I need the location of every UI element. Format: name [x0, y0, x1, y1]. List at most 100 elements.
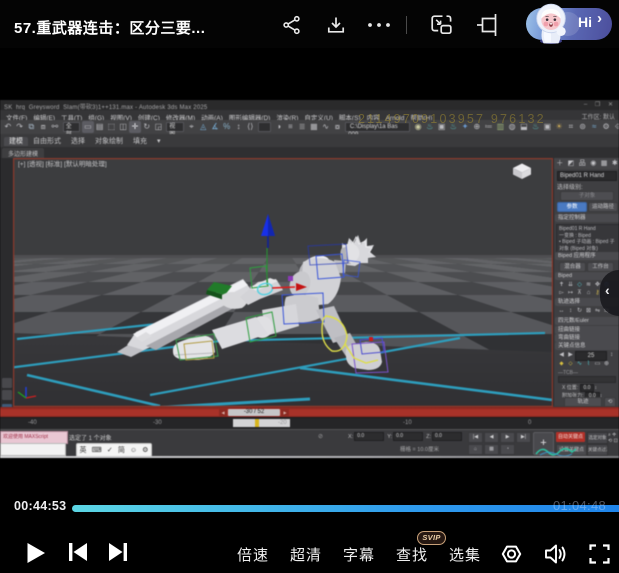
mixer-mode-icon[interactable]: ≋ [584, 281, 593, 289]
workbench-button[interactable]: 工作台 [587, 262, 614, 272]
max-viewport[interactable]: [+] [透视] [标准] [默认明暗处理] [13, 158, 553, 407]
motion-paths-button[interactable]: 运动路径 [588, 202, 618, 212]
progress-bar[interactable] [72, 505, 619, 512]
trajectories-button[interactable]: 轨迹 [564, 397, 602, 406]
rubber-band-icon[interactable]: ↦ [566, 289, 575, 297]
key-control-icon[interactable]: ▦ [484, 444, 499, 455]
rollout-biped-apps[interactable]: Biped 应用程序 [555, 252, 619, 260]
ime-icon[interactable]: ✓ [107, 446, 113, 454]
viewport-nav-icons[interactable]: ⌕ ✥⟲ ⊡ [608, 432, 619, 444]
object-name-field[interactable]: Biped01 R Hand [557, 171, 617, 181]
playback-icon[interactable]: |◀ [468, 432, 483, 443]
maxscript-listener[interactable] [0, 443, 66, 456]
search-button[interactable]: 查找 [396, 544, 428, 565]
ime-language-bar[interactable]: 英 ⌨ ✓ 简 ☺ ⚙ [76, 443, 152, 457]
share-icon[interactable] [282, 15, 302, 35]
key-filters-button[interactable]: 关键点过滤器.. [587, 444, 608, 456]
scale-stride-icon[interactable]: ⊼ [575, 289, 584, 297]
assistant-mascot-avatar[interactable] [527, 1, 575, 47]
footstep-mode-icon[interactable]: ⇊ [566, 281, 575, 289]
playback-icon[interactable]: ◀ [484, 432, 499, 443]
reference-coordsys-field[interactable]: 视图 [166, 122, 183, 132]
time-slider-handle[interactable]: -30 / 52 [228, 409, 280, 416]
select-object-icon[interactable]: ▭ [82, 121, 94, 133]
frame-forward-button[interactable]: ▶ [281, 409, 289, 416]
in-place-icon[interactable]: ⌂ [584, 289, 593, 297]
free-key-icon[interactable]: ▭ [593, 360, 602, 368]
tcb-icon[interactable]: ∿ [575, 360, 584, 368]
collapse-button[interactable]: ⟲ [604, 397, 616, 406]
motion-flow-icon[interactable]: ◇ [575, 281, 584, 289]
rollout-twist-links[interactable]: 扭曲链接 [555, 326, 619, 334]
ik-icon[interactable]: ⌇ [584, 360, 593, 368]
ribbon-collapse-icon[interactable]: ▾ [152, 137, 166, 146]
playback-icon[interactable]: ▶| [516, 432, 531, 443]
sub-object-button[interactable]: 子对象 [560, 191, 614, 201]
ribbon-tab[interactable]: 自由形式 [28, 137, 66, 146]
rollout-bend-links[interactable]: 弯曲链接 [555, 334, 619, 342]
quality-button[interactable]: 超清 [290, 544, 322, 565]
record-ring-icon[interactable] [501, 544, 522, 569]
ime-icon[interactable]: ⚙ [142, 446, 148, 454]
pip-icon[interactable] [430, 14, 454, 34]
spinner-x-position[interactable]: X 位置: 0.0↕ [562, 384, 597, 391]
ime-icon[interactable]: 英 [80, 445, 87, 455]
parameters-button[interactable]: 参数 [557, 202, 587, 212]
keyframe-marker[interactable] [255, 419, 259, 427]
body-rotation-icon[interactable]: ↻ [575, 307, 584, 315]
command-panel-tab[interactable]: ◩ [568, 159, 575, 169]
ime-icon[interactable]: ⌨ [92, 446, 102, 454]
coord-x-field[interactable]: 0.0 [354, 432, 384, 441]
video-frame[interactable]: SK_hrq_Greysword_Slam(带砍3)1++131.max - A… [0, 100, 619, 458]
playback-speed-button[interactable]: 倍速 [237, 544, 269, 565]
episodes-button[interactable]: 选集 [449, 544, 481, 565]
buffer-icon[interactable]: ▻ [557, 289, 566, 297]
max-time-slider[interactable]: ◀ -30 / 52 ▶ [0, 407, 619, 417]
key-control-icon[interactable]: ⌂ [468, 444, 483, 455]
selection-set-dropdown[interactable]: 选定对象 [587, 432, 608, 444]
rollout-quaternion[interactable]: 四元数/Euler [555, 317, 619, 325]
subtitle-button[interactable]: 字幕 [343, 544, 375, 565]
frame-back-button[interactable]: ◀ [219, 409, 227, 416]
ribbon-tab[interactable]: 对象绘制 [90, 137, 128, 146]
figure-mode-icon[interactable]: ✝ [557, 281, 566, 289]
auto-key-button[interactable]: 自动关键点 [556, 432, 585, 442]
rollout-key-info[interactable]: 关键点信息 [555, 342, 619, 350]
selection-filter-field[interactable]: 全部 [63, 122, 80, 132]
fullscreen-icon[interactable] [589, 544, 610, 569]
play-button[interactable] [26, 542, 46, 569]
rollout-assign-controller[interactable]: 指定控制器 [555, 214, 619, 222]
set-key-icon[interactable]: ⬥ [557, 360, 566, 368]
download-icon[interactable] [326, 15, 346, 35]
body-vertical-icon[interactable]: ↕ [566, 307, 575, 315]
command-panel-tab[interactable]: ▦ [601, 159, 608, 169]
delete-key-icon[interactable]: ⬦ [566, 360, 575, 368]
move-icon[interactable]: ✛ [129, 121, 141, 133]
playback-icon[interactable]: ▶ [500, 432, 515, 443]
tree-line[interactable]: • Biped 子动画 : Biped 子 [559, 239, 619, 246]
controller-tree[interactable]: Biped01 R Hand一变换 : Biped• Biped 子动画 : B… [556, 224, 619, 254]
command-panel-tab[interactable]: ＋ [556, 159, 563, 169]
dock-icon[interactable] [474, 11, 500, 31]
ribbon-tab[interactable]: 建模 [4, 137, 28, 146]
ribbon-tab[interactable]: 填充 [128, 137, 152, 146]
more-icon[interactable] [367, 15, 391, 35]
volume-icon[interactable] [544, 543, 568, 570]
ime-icon[interactable]: 简 [118, 445, 125, 455]
body-horizontal-icon[interactable]: ↔ [557, 307, 566, 315]
coord-z-field[interactable]: 0.0 [432, 432, 462, 441]
viewport-label[interactable]: [+] [透视] [标准] [默认明暗处理] [18, 159, 107, 168]
named-selection-field[interactable] [258, 122, 271, 132]
key-control-icon[interactable]: ◔ [500, 444, 515, 455]
isolate-toggle-icon[interactable]: ⊘ [318, 433, 327, 440]
mixer-button[interactable]: 混合器 [559, 262, 586, 272]
ime-icon[interactable]: ☺ [130, 447, 137, 454]
command-panel-tab[interactable]: ◉ [590, 159, 596, 169]
symmetry-icon[interactable]: ⇋ [593, 307, 602, 315]
previous-episode-button[interactable] [68, 542, 88, 567]
command-panel-tab[interactable]: 品 [579, 159, 586, 169]
coord-y-field[interactable]: 0.0 [393, 432, 423, 441]
lock-com-icon[interactable]: ⊠ [584, 307, 593, 315]
next-episode-button[interactable] [108, 542, 128, 567]
command-panel-tab[interactable]: ✱ [612, 159, 618, 169]
